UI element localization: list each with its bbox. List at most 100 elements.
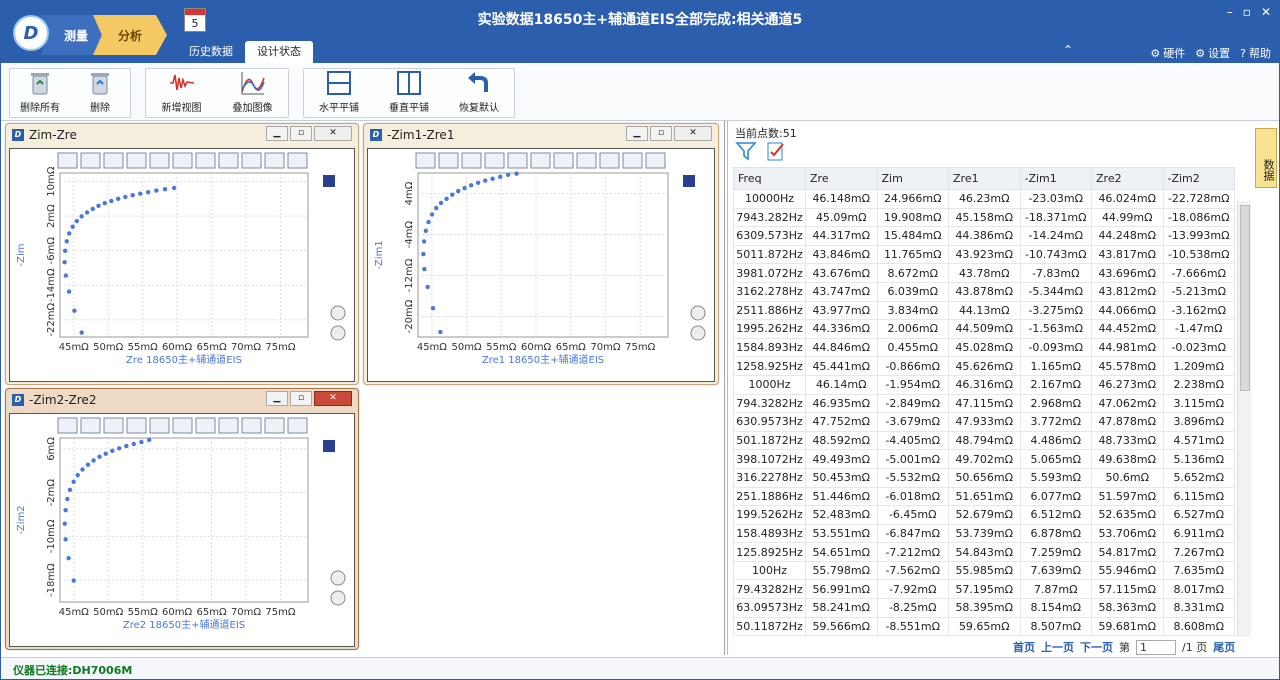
new-view-button[interactable]: 新增视图 (146, 69, 217, 117)
help-link[interactable]: ? 帮助 (1240, 45, 1271, 61)
table-row[interactable]: 2511.886Hz 43.977mΩ 3.834mΩ 44.13mΩ -3.275mΩ… (733, 300, 1235, 321)
scrollbar-thumb[interactable] (1240, 205, 1250, 391)
table-row[interactable]: 398.1072Hz 49.493mΩ -5.001mΩ 49.702mΩ 5.065m… (733, 449, 1235, 469)
plot-tool-icon[interactable] (645, 152, 666, 169)
plot-tool-icon[interactable] (241, 417, 262, 434)
plot-tool-icon[interactable] (415, 152, 436, 169)
table-row[interactable]: 125.8925Hz 54.651mΩ -7.212mΩ 54.843mΩ 7.259m… (733, 542, 1235, 562)
table-row[interactable]: 79.43282Hz 56.991mΩ -7.92mΩ 57.195mΩ 7.87mΩ 5… (733, 579, 1235, 600)
table-row[interactable]: 3162.278Hz 43.747mΩ 6.039mΩ 43.878mΩ -5.344m… (733, 281, 1235, 302)
zoom-out-icon[interactable] (330, 325, 346, 341)
checklist-icon[interactable] (765, 141, 787, 161)
plot-tool-icon[interactable] (195, 417, 216, 434)
table-row[interactable]: 1995.262Hz 44.336mΩ 2.006mΩ 44.509mΩ -1.563m… (733, 319, 1235, 339)
plot-tool-icon[interactable] (218, 152, 239, 169)
table-row[interactable]: 7943.282Hz 45.09mΩ 19.908mΩ 45.158mΩ -18.371… (733, 207, 1235, 228)
delete-button[interactable]: 删除 (70, 69, 130, 117)
plot-tool-icon[interactable] (172, 152, 193, 169)
vertical-scrollbar[interactable] (1237, 201, 1251, 637)
close-icon[interactable]: ✕ (314, 391, 352, 406)
plot-tool-icon[interactable] (264, 152, 285, 169)
maximize-icon[interactable]: ▫ (650, 126, 672, 141)
plot-tool-icon[interactable] (461, 152, 482, 169)
close-icon[interactable]: ✕ (1261, 5, 1271, 19)
tab-history[interactable]: 历史数据 (177, 41, 245, 63)
prev-page-link[interactable]: 上一页 (1041, 639, 1074, 655)
plot-tool-icon[interactable] (195, 152, 216, 169)
table-row[interactable]: 100Hz 55.798mΩ -7.562mΩ 55.985mΩ 7.639mΩ 55.9… (733, 560, 1235, 581)
zoom-out-icon[interactable] (690, 325, 706, 341)
zoom-out-icon[interactable] (330, 590, 346, 606)
minimize-icon[interactable]: ▁ (266, 126, 288, 141)
minimize-icon[interactable]: ▁ (626, 126, 648, 141)
series-color-swatch[interactable] (323, 440, 335, 452)
plot-tool-icon[interactable] (149, 152, 170, 169)
table-row[interactable]: 630.9573Hz 47.752mΩ -3.679mΩ 47.933mΩ 3.772m… (733, 412, 1235, 432)
plot-tool-icon[interactable] (126, 152, 147, 169)
series-color-swatch[interactable] (323, 175, 335, 187)
chart-window-zim1-zre1[interactable]: D -Zim1-Zre1 ▁ ▫ ✕ 45mΩ 50mΩ 55mΩ 60mΩ 65mΩ 70mΩ 75… (363, 123, 719, 385)
series-color-swatch[interactable] (683, 175, 695, 187)
column-header[interactable]: Zre1 (948, 167, 1021, 190)
plot-area[interactable]: 45mΩ 50mΩ 55mΩ 60mΩ 65mΩ 70mΩ 75mΩ 4mΩ -4mΩ -12mΩ… (367, 148, 715, 382)
minimize-icon[interactable]: – (1227, 5, 1233, 19)
plot-tool-icon[interactable] (530, 152, 551, 169)
table-row[interactable]: 794.3282Hz 46.935mΩ -2.849mΩ 47.115mΩ 2.968m… (733, 393, 1235, 414)
maximize-icon[interactable]: ▫ (290, 126, 312, 141)
restore-icon[interactable]: ▫ (1243, 5, 1251, 19)
plot-tool-icon[interactable] (80, 152, 101, 169)
last-page-link[interactable]: 尾页 (1213, 639, 1235, 655)
table-row[interactable]: 10000Hz 46.148mΩ 24.966mΩ 46.23mΩ -23.03mΩ 46… (733, 189, 1235, 209)
table-row[interactable]: 501.1872Hz 48.592mΩ -4.405mΩ 48.794mΩ 4.486m… (733, 430, 1235, 451)
plot-tool-icon[interactable] (103, 152, 124, 169)
page-input[interactable]: 1 (1136, 639, 1176, 655)
restore-default-button[interactable]: 恢复默认 (444, 69, 514, 117)
maximize-icon[interactable]: ▫ (290, 391, 312, 406)
plot-tool-icon[interactable] (80, 417, 101, 434)
minimize-icon[interactable]: ▁ (266, 391, 288, 406)
plot-tool-icon[interactable] (622, 152, 643, 169)
column-header[interactable]: Zim (876, 167, 949, 190)
close-icon[interactable]: ✕ (674, 126, 712, 141)
plot-tool-icon[interactable] (218, 417, 239, 434)
tab-design-status[interactable]: 设计状态 (245, 41, 313, 63)
calendar-icon[interactable]: 5 (184, 8, 206, 32)
column-header[interactable]: Zre (805, 167, 878, 190)
table-row[interactable]: 199.5262Hz 52.483mΩ -6.45mΩ 52.679mΩ 6.512mΩ… (733, 505, 1235, 525)
chart-window-zim2-zre2[interactable]: D -Zim2-Zre2 ▁ ▫ ✕ 45mΩ 50mΩ 55mΩ 60mΩ 65mΩ 70mΩ 75… (5, 388, 359, 650)
plot-tool-icon[interactable] (484, 152, 505, 169)
plot-tool-icon[interactable] (126, 417, 147, 434)
hardware-link[interactable]: ⚙ 硬件 (1150, 45, 1185, 61)
plot-area[interactable]: 45mΩ 50mΩ 55mΩ 60mΩ 65mΩ 70mΩ 75mΩ 10mΩ 2mΩ -6mΩ -… (9, 148, 355, 382)
column-header[interactable]: -Zim1 (1019, 167, 1092, 190)
settings-link[interactable]: ⚙ 设置 (1195, 45, 1230, 61)
column-header[interactable]: Zre2 (1091, 167, 1164, 190)
chart-window-zim-zre[interactable]: D Zim-Zre ▁ ▫ ✕ 45mΩ 50mΩ 55mΩ 60mΩ 65mΩ 70mΩ 75mΩ 1… (5, 123, 359, 385)
zoom-in-icon[interactable] (690, 305, 706, 321)
plot-tool-icon[interactable] (57, 417, 78, 434)
table-row[interactable]: 6309.573Hz 44.317mΩ 15.484mΩ 44.386mΩ -14.24… (733, 226, 1235, 246)
delete-all-button[interactable]: 删除所有 (10, 69, 70, 117)
plot-tool-icon[interactable] (149, 417, 170, 434)
table-row[interactable]: 158.4893Hz 53.551mΩ -6.847mΩ 53.739mΩ 6.878m… (733, 523, 1235, 544)
table-row[interactable]: 50.11872Hz 59.566mΩ -8.551mΩ 59.65mΩ 8.507mΩ… (733, 616, 1235, 637)
table-row[interactable]: 1000Hz 46.14mΩ -1.954mΩ 46.316mΩ 2.167mΩ 46.2… (733, 374, 1235, 395)
table-row[interactable]: 3981.072Hz 43.676mΩ 8.672mΩ 43.78mΩ -7.83mΩ 4… (733, 263, 1235, 283)
plot-tool-icon[interactable] (553, 152, 574, 169)
plot-area[interactable]: 45mΩ 50mΩ 55mΩ 60mΩ 65mΩ 70mΩ 75mΩ 6mΩ -2mΩ -10mΩ… (9, 413, 355, 647)
tile-vertical-button[interactable]: 垂直平铺 (374, 69, 444, 117)
plot-tool-icon[interactable] (103, 417, 124, 434)
plot-tool-icon[interactable] (507, 152, 528, 169)
table-row[interactable]: 1258.925Hz 45.441mΩ -0.866mΩ 45.626mΩ 1.165m… (733, 356, 1235, 376)
side-tab-data[interactable]: 数据 (1255, 128, 1277, 188)
chevron-up-icon[interactable]: ⌃ (1063, 43, 1073, 57)
column-header[interactable]: -Zim2 (1162, 167, 1235, 190)
plot-tool-icon[interactable] (287, 417, 308, 434)
column-header[interactable]: Freq (733, 167, 806, 190)
first-page-link[interactable]: 首页 (1013, 639, 1035, 655)
step-analyze[interactable]: 分析 (93, 15, 167, 55)
plot-tool-icon[interactable] (576, 152, 597, 169)
plot-tool-icon[interactable] (438, 152, 459, 169)
overlay-image-button[interactable]: 叠加图像 (217, 69, 288, 117)
zoom-in-icon[interactable] (330, 570, 346, 586)
